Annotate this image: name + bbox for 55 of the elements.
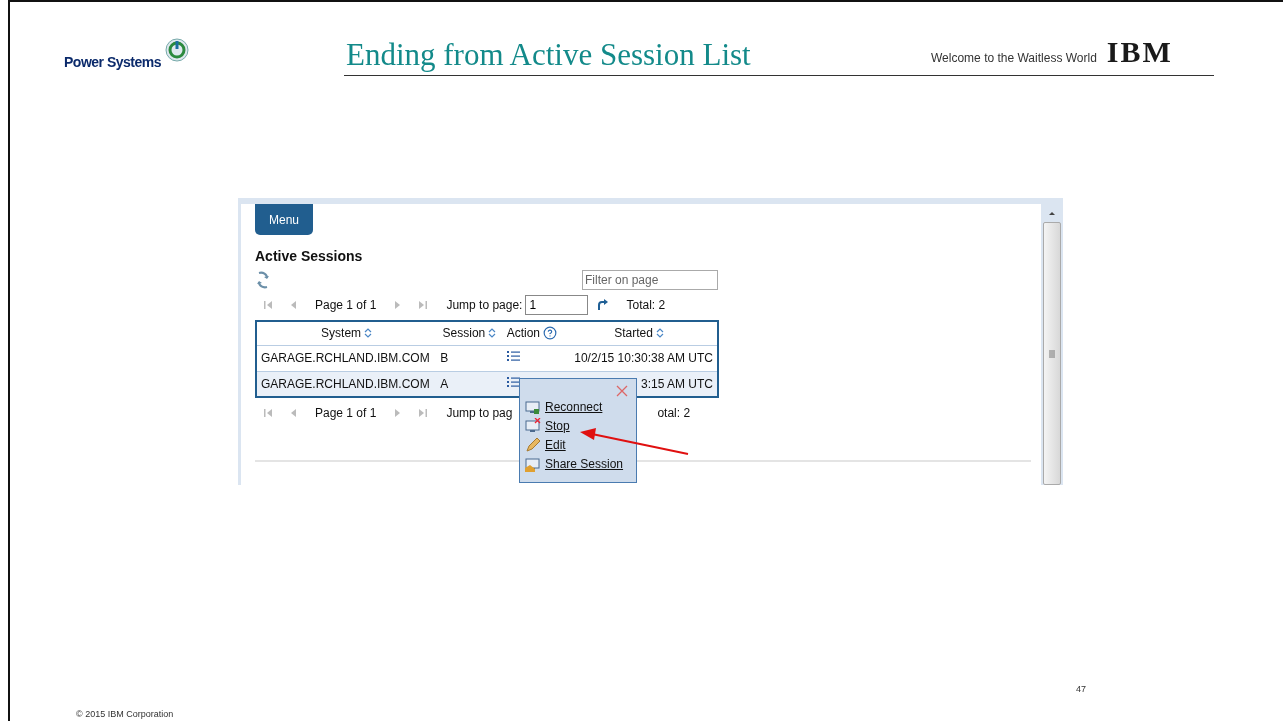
first-page-icon[interactable] bbox=[264, 408, 272, 418]
jump-field[interactable]: 1 bbox=[525, 295, 589, 315]
list-icon[interactable] bbox=[506, 351, 520, 362]
brand-name: Power Systems bbox=[64, 54, 161, 70]
table-cell: A bbox=[436, 371, 503, 397]
monitor-hand-icon bbox=[525, 456, 541, 472]
page-indicator: Page 1 of 1 bbox=[315, 406, 377, 420]
total-count: Total: 2 bbox=[626, 298, 666, 312]
sort-icon[interactable] bbox=[364, 328, 373, 339]
scroll-thumb[interactable] bbox=[1043, 222, 1061, 485]
previous-page-icon[interactable] bbox=[290, 408, 298, 418]
jump-label: Jump to page: bbox=[446, 298, 523, 312]
scrollbar[interactable] bbox=[1041, 204, 1063, 485]
company-logo: IBM bbox=[1106, 37, 1173, 70]
next-page-icon[interactable] bbox=[393, 408, 402, 418]
next-page-icon[interactable] bbox=[393, 300, 402, 310]
menu-button[interactable]: Menu bbox=[255, 204, 313, 235]
sort-icon[interactable] bbox=[655, 328, 664, 339]
column-label: System bbox=[321, 326, 362, 341]
total-count: otal: 2 bbox=[657, 406, 691, 420]
monitor-x-icon bbox=[525, 418, 541, 434]
first-page-icon[interactable] bbox=[264, 300, 272, 310]
column-label: Started bbox=[614, 326, 653, 341]
table-row[interactable]: GARAGE.RCHLAND.IBM.COM B 10/2/15 10:30:38 AM UTC bbox=[256, 345, 718, 371]
column-label: Session bbox=[442, 326, 486, 341]
go-arrow-icon[interactable] bbox=[596, 299, 609, 311]
help-icon[interactable] bbox=[543, 326, 557, 341]
last-page-icon[interactable] bbox=[419, 408, 428, 418]
slide-title: Ending from Active Session List bbox=[346, 37, 752, 73]
table-cell: B bbox=[436, 345, 503, 371]
column-label: Action bbox=[506, 326, 540, 341]
previous-page-icon[interactable] bbox=[290, 300, 298, 310]
filter-field[interactable]: Filter on page bbox=[582, 270, 718, 290]
table-cell: GARAGE.RCHLAND.IBM.COM bbox=[256, 345, 437, 371]
refresh-icon[interactable] bbox=[255, 271, 271, 289]
jump-label: Jump to pag bbox=[446, 406, 513, 420]
page-indicator: Page 1 of 1 bbox=[315, 298, 377, 312]
section-heading: Active Sessions bbox=[255, 248, 363, 264]
table-cell: 10/2/15 10:30:38 AM UTC bbox=[561, 345, 718, 371]
grip-icon bbox=[1048, 349, 1056, 358]
menu-item[interactable]: Stop bbox=[525, 418, 570, 434]
table-cell: GARAGE.RCHLAND.IBM.COM bbox=[256, 371, 437, 397]
menu-item[interactable]: Share Session bbox=[525, 456, 624, 472]
sort-icon[interactable] bbox=[488, 328, 497, 339]
list-icon[interactable] bbox=[506, 376, 520, 388]
menu-item[interactable]: Edit bbox=[525, 437, 566, 453]
monitor-plug-icon bbox=[525, 399, 541, 415]
close-icon[interactable] bbox=[616, 385, 628, 397]
pencil-icon bbox=[525, 437, 541, 453]
page-number: 47 bbox=[1076, 684, 1086, 694]
copyright: © 2015 IBM Corporation bbox=[76, 709, 174, 719]
power-logo-icon bbox=[165, 38, 189, 62]
last-page-icon[interactable] bbox=[419, 300, 428, 310]
menu-item[interactable]: Reconnect bbox=[525, 399, 603, 415]
tagline: Welcome to the Waitless World bbox=[931, 51, 1097, 67]
